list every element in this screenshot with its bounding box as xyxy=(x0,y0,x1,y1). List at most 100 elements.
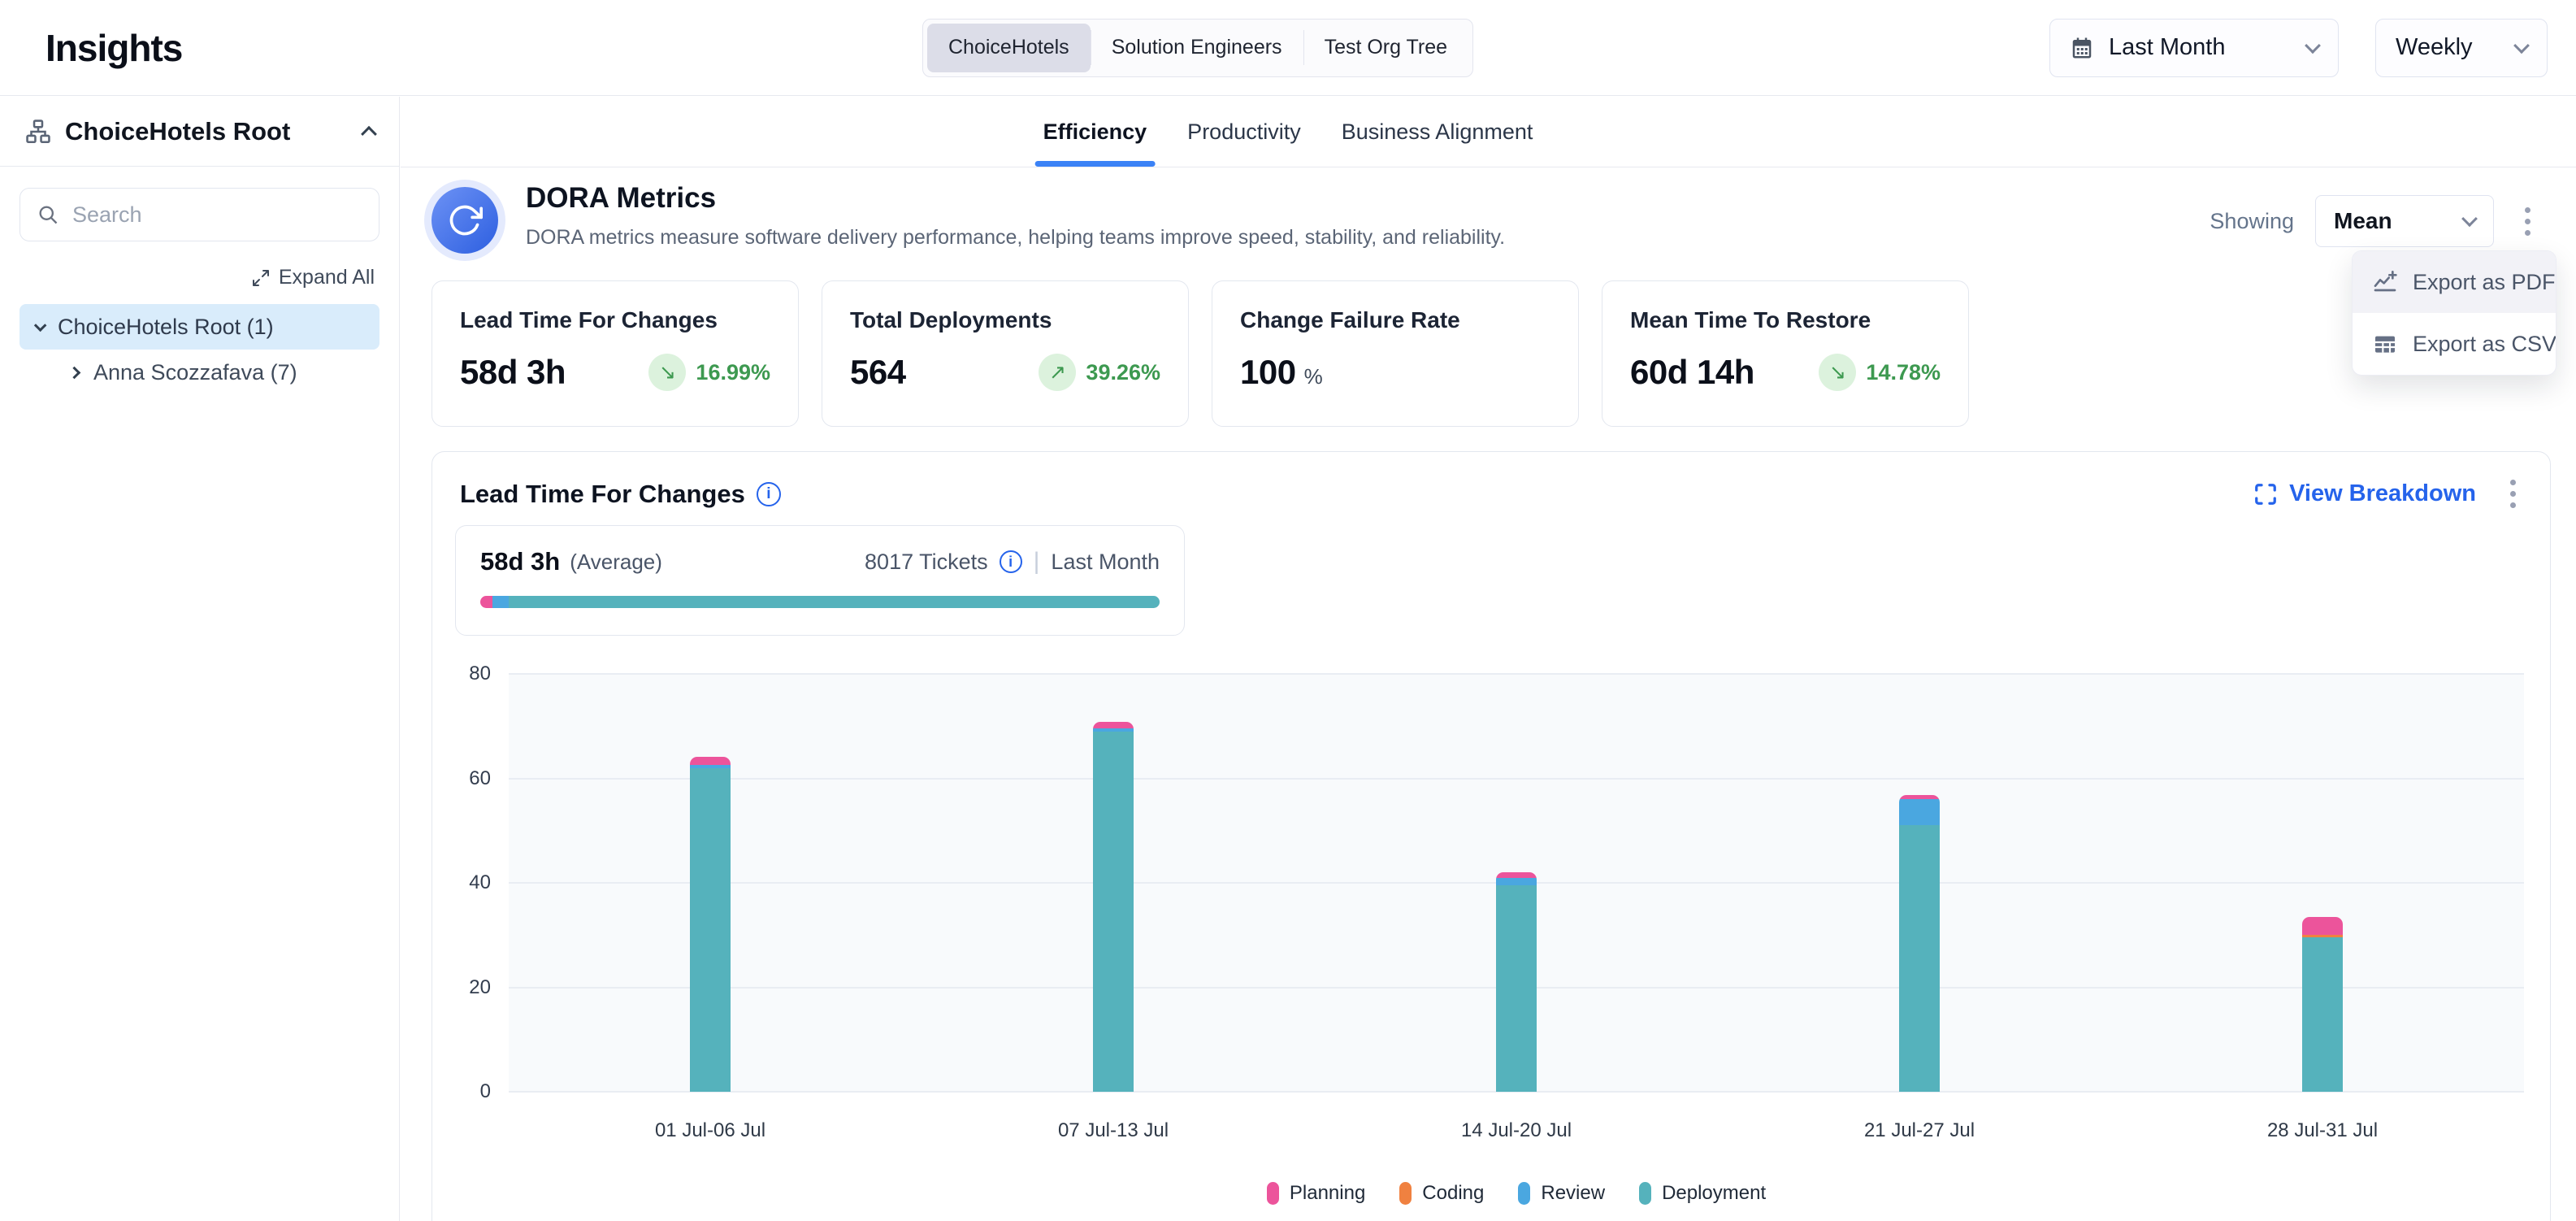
distribution-segment-deployment xyxy=(509,596,1160,608)
dora-cycle-icon xyxy=(432,187,498,254)
expand-all-icon xyxy=(251,268,271,288)
tree-item-label: Anna Scozzafava (7) xyxy=(93,360,297,385)
expand-all-button[interactable]: Expand All xyxy=(24,266,375,289)
average-value: 58d 3h xyxy=(480,547,560,576)
bar-segment-planning xyxy=(1093,722,1134,728)
metric-card-total-deployments: Total Deployments 564 ↗ 39.26% xyxy=(822,280,1189,427)
trend-down-arrow-icon: ↘ xyxy=(1819,354,1856,391)
org-tab-test-org-tree[interactable]: Test Org Tree xyxy=(1303,24,1468,72)
sidebar-body: Expand All ChoiceHotels Root (1) Anna Sc… xyxy=(0,167,399,416)
chevron-down-icon xyxy=(2305,37,2321,54)
metric-card-lead-time: Lead Time For Changes 58d 3h ↘ 16.99% xyxy=(432,280,799,427)
legend-label: Deployment xyxy=(1662,1182,1766,1205)
bar-segment-deployment xyxy=(690,768,731,1092)
export-pdf-menu-item[interactable]: Export as PDF xyxy=(2353,251,2556,313)
period-label: Last Month xyxy=(1051,550,1160,575)
table-icon xyxy=(2372,331,2398,357)
search-box xyxy=(20,188,379,241)
chart-band: 21 Jul-27 Jul xyxy=(1718,674,2121,1092)
calendar-icon xyxy=(2070,36,2094,60)
granularity-select[interactable]: Weekly xyxy=(2375,19,2548,77)
granularity-select-value: Weekly xyxy=(2396,34,2473,61)
x-axis-label: 14 Jul-20 Jul xyxy=(1315,1119,1718,1142)
expand-all-label: Expand All xyxy=(279,266,375,289)
expand-corners-icon xyxy=(2253,482,2278,506)
tree-item-anna-scozzafava[interactable]: Anna Scozzafava (7) xyxy=(55,350,379,395)
chart-section-title: Lead Time For Changes xyxy=(460,480,745,509)
legend-swatch xyxy=(1399,1182,1412,1205)
legend-item-planning[interactable]: Planning xyxy=(1267,1182,1365,1205)
bar-segment-review xyxy=(1496,878,1537,886)
period-select-value: Last Month xyxy=(2109,34,2225,61)
metric-card-value: 100 xyxy=(1240,353,1296,392)
stacked-bar[interactable] xyxy=(2302,917,2343,1092)
export-csv-menu-item[interactable]: Export as CSV xyxy=(2353,313,2556,375)
trend-percent: 39.26% xyxy=(1086,360,1160,385)
stacked-bar[interactable] xyxy=(690,757,731,1092)
bar-segment-deployment xyxy=(1899,825,1940,1092)
sidebar-header: ChoiceHotels Root xyxy=(0,97,399,167)
legend-swatch xyxy=(1639,1182,1651,1205)
chart-band: 28 Jul-31 Jul xyxy=(2121,674,2524,1092)
org-switcher: ChoiceHotels Solution Engineers Test Org… xyxy=(922,19,1473,77)
metric-card-title: Mean Time To Restore xyxy=(1630,307,1941,333)
main-content: DORA Metrics DORA metrics measure softwa… xyxy=(401,167,2576,1221)
info-icon[interactable]: i xyxy=(1000,550,1022,573)
chart-legend: Planning Coding Review Deployment xyxy=(509,1182,2524,1205)
stacked-bar[interactable] xyxy=(1093,722,1134,1092)
metric-card-value: 60d 14h xyxy=(1630,353,1754,392)
bar-segment-planning xyxy=(690,757,731,765)
chevron-down-icon xyxy=(34,319,47,332)
showing-label: Showing xyxy=(2210,209,2294,234)
bar-segment-deployment xyxy=(2302,937,2343,1092)
page-title: Insights xyxy=(46,26,182,70)
chart-card-header: Lead Time For Changes i View Breakdown xyxy=(460,473,2526,515)
period-select[interactable]: Last Month xyxy=(2049,19,2339,77)
metric-card-value: 564 xyxy=(850,353,906,392)
chevron-down-icon xyxy=(2513,37,2530,54)
metric-card-mean-time-to-restore: Mean Time To Restore 60d 14h ↘ 14.78% xyxy=(1602,280,1969,427)
org-tab-solution-engineers[interactable]: Solution Engineers xyxy=(1091,24,1303,72)
trend-percent: 14.78% xyxy=(1866,360,1941,385)
dora-titles: DORA Metrics DORA metrics measure softwa… xyxy=(526,182,1505,250)
org-tree: ChoiceHotels Root (1) Anna Scozzafava (7… xyxy=(20,304,379,395)
search-input[interactable] xyxy=(72,202,362,228)
dora-kebab-menu-icon[interactable] xyxy=(2515,201,2540,242)
trend-badge: ↗ 39.26% xyxy=(1039,354,1160,391)
legend-item-coding[interactable]: Coding xyxy=(1399,1182,1484,1205)
sidebar-title: ChoiceHotels Root xyxy=(65,117,290,146)
trend-up-arrow-icon: ↗ xyxy=(1039,354,1076,391)
legend-swatch xyxy=(1267,1182,1279,1205)
tab-business-alignment[interactable]: Business Alignment xyxy=(1342,97,1533,167)
chart-kebab-menu-icon[interactable] xyxy=(2500,473,2526,515)
legend-item-deployment[interactable]: Deployment xyxy=(1639,1182,1766,1205)
trend-down-arrow-icon: ↘ xyxy=(648,354,686,391)
export-csv-label: Export as CSV xyxy=(2413,332,2556,357)
average-summary-card: 58d 3h (Average) 8017 Tickets i | Last M… xyxy=(455,525,1185,636)
org-tab-choicehotels[interactable]: ChoiceHotels xyxy=(927,24,1091,72)
tree-item-choicehotels-root[interactable]: ChoiceHotels Root (1) xyxy=(20,304,379,350)
chart-export-icon xyxy=(2372,269,2398,295)
x-axis-label: 21 Jul-27 Jul xyxy=(1718,1119,2121,1142)
legend-item-review[interactable]: Review xyxy=(1518,1182,1605,1205)
info-icon[interactable]: i xyxy=(757,482,781,506)
collapse-sidebar-chevron-up-icon[interactable] xyxy=(361,125,377,141)
view-breakdown-button[interactable]: View Breakdown xyxy=(2253,480,2476,507)
export-pdf-label: Export as PDF xyxy=(2413,270,2556,295)
stacked-bar[interactable] xyxy=(1496,872,1537,1092)
y-axis-tick-label: 60 xyxy=(469,767,491,790)
chart-band: 01 Jul-06 Jul xyxy=(509,674,912,1092)
tab-productivity[interactable]: Productivity xyxy=(1187,97,1301,167)
dora-title: DORA Metrics xyxy=(526,182,1505,215)
chart-band: 14 Jul-20 Jul xyxy=(1315,674,1718,1092)
metric-cards-row: Lead Time For Changes 58d 3h ↘ 16.99% To… xyxy=(432,280,1969,427)
stacked-bar[interactable] xyxy=(1899,795,1940,1092)
tab-efficiency[interactable]: Efficiency xyxy=(1043,97,1147,167)
legend-swatch xyxy=(1518,1182,1530,1205)
metric-card-unit: % xyxy=(1304,364,1323,389)
bar-segment-deployment xyxy=(1093,732,1134,1092)
chart-band: 07 Jul-13 Jul xyxy=(912,674,1315,1092)
trend-badge: ↘ 14.78% xyxy=(1819,354,1941,391)
phase-distribution-bar xyxy=(480,596,1160,608)
aggregation-select[interactable]: Mean xyxy=(2315,195,2494,247)
